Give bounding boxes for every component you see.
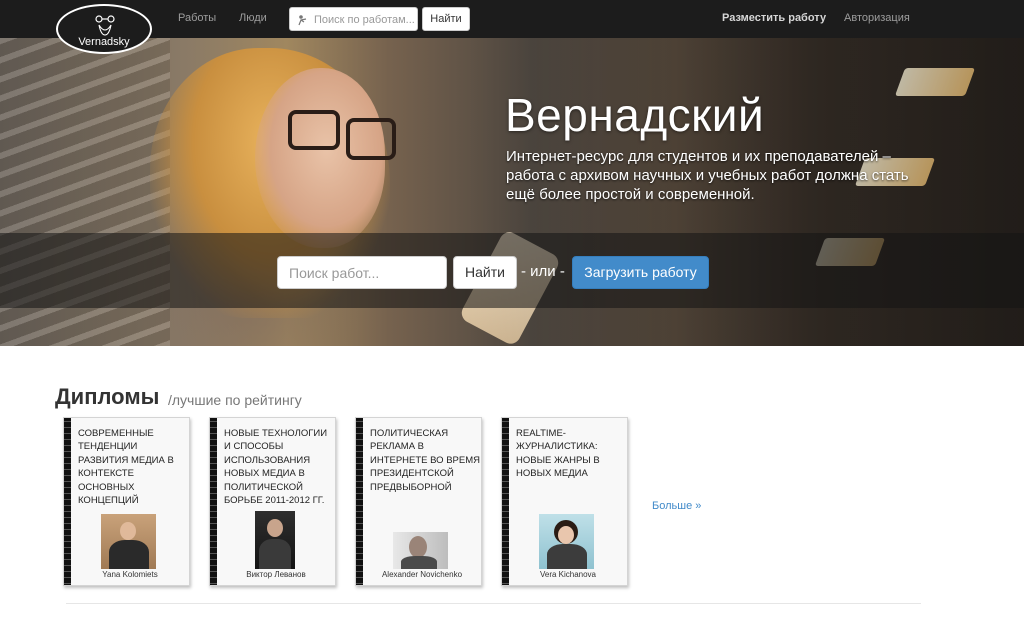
hero-photo-glasses-right xyxy=(346,118,396,160)
author-name: Alexander Novichenko xyxy=(381,570,463,579)
section-divider xyxy=(66,603,921,604)
binding-spine xyxy=(64,418,71,585)
upload-work-button[interactable]: Загрузить работу xyxy=(572,256,709,289)
author-name: Виктор Леванов xyxy=(246,570,306,579)
work-title: Новые технологии и способы использования… xyxy=(224,428,328,507)
work-title: Современные тенденции развития медиа в к… xyxy=(78,428,174,507)
hero-title: Вернадский xyxy=(505,89,765,141)
work-card[interactable]: Realtime-журналистика: новые жанры в нов… xyxy=(501,417,628,586)
author-photo xyxy=(539,514,594,569)
hero-search-button[interactable]: Найти xyxy=(453,256,517,289)
nav-link-works[interactable]: Работы xyxy=(178,12,216,24)
author-photo xyxy=(255,511,295,569)
author-photo xyxy=(393,532,448,569)
vernadsky-logo[interactable]: Vernadsky xyxy=(56,4,152,54)
author-name: Yana Kolomiets xyxy=(102,570,158,579)
section-title: Дипломы xyxy=(55,384,160,409)
author-photo xyxy=(101,514,156,569)
hero-search-input[interactable] xyxy=(277,256,447,289)
post-work-link[interactable]: Разместить работу xyxy=(722,12,826,24)
work-card[interactable]: Новые технологии и способы использования… xyxy=(209,417,336,586)
hero-subtitle: Интернет-ресурс для студентов и их препо… xyxy=(506,148,909,203)
work-card[interactable]: Современные тенденции развития медиа в к… xyxy=(63,417,190,586)
nav-search-box xyxy=(289,7,418,31)
author-name: Vera Kichanova xyxy=(539,570,597,579)
binding-spine xyxy=(356,418,363,585)
logo-text: Vernadsky xyxy=(78,36,130,48)
nav-link-people[interactable]: Люди xyxy=(239,12,267,24)
binding-spine xyxy=(502,418,509,585)
more-link[interactable]: Больше » xyxy=(652,500,701,512)
person-icon xyxy=(298,15,307,26)
nav-search-input[interactable] xyxy=(314,12,416,28)
section-subtitle: /лучшие по рейтингу xyxy=(168,392,302,408)
binding-spine xyxy=(210,418,217,585)
login-link[interactable]: Авторизация xyxy=(844,12,910,24)
work-title: Политическая реклама в интернете во врем… xyxy=(370,428,480,493)
top-navbar: Vernadsky Работы Люди Найти Разместить р… xyxy=(0,0,1024,54)
glasses-icon xyxy=(95,15,115,23)
beard-icon xyxy=(98,24,112,36)
work-title: Realtime-журналистика: новые жанры в нов… xyxy=(516,428,600,480)
work-card[interactable]: Политическая реклама в интернете во врем… xyxy=(355,417,482,586)
nav-search-button[interactable]: Найти xyxy=(422,7,470,31)
or-separator: - или - xyxy=(521,263,565,280)
hero-photo-glasses-left xyxy=(288,110,340,150)
